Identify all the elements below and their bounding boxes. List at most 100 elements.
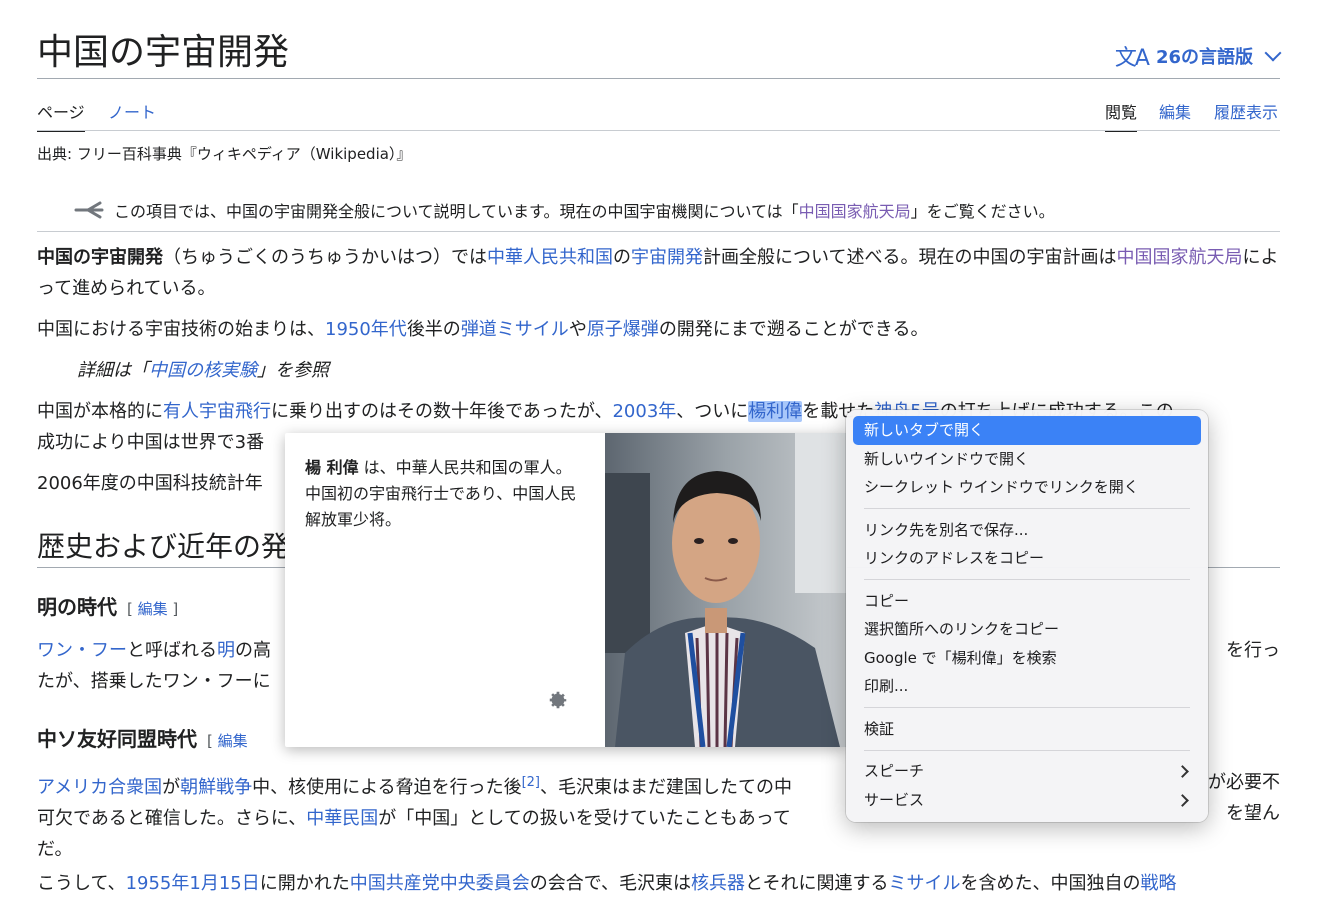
text-run: 詳細は「 [77,360,149,381]
link-human-spaceflight[interactable]: 有人宇宙飛行 [163,401,271,422]
text-run: の [613,247,631,268]
tab-read[interactable]: 閲覧 [1105,102,1138,132]
hatnote-text: この項目では、中国の宇宙開発全般について説明しています。現在の中国宇宙機関につい… [114,202,799,221]
ming-paragraph-tail: を行っ [1226,640,1280,661]
text-run: 、毛沢東はまだ建国したての中 [540,777,792,798]
menu-separator [864,579,1190,580]
gear-icon[interactable] [547,689,569,711]
context-menu[interactable]: 新しいタブで開く 新しいウインドウで開く シークレット ウインドウでリンクを開く… [846,410,1208,822]
menu-open-new-window[interactable]: 新しいウインドウで開く [853,445,1201,474]
translate-icon: 文A [1114,46,1150,71]
link-nuclear-weapon[interactable]: 核兵器 [691,873,745,894]
preview-extract[interactable]: 楊 利偉 は、中華人民共和国の軍人。中国初の宇宙飛行士であり、中国人民解放軍少将… [285,433,605,747]
text-run: 中国が本格的に [37,401,163,422]
tab-page[interactable]: ページ [37,102,85,132]
menu-separator [864,707,1190,708]
text-run: とそれに関連する [745,873,889,894]
link-usa[interactable]: アメリカ合衆国 [37,777,162,798]
disambiguation-icon [74,201,104,219]
menu-speech[interactable]: スピーチ [853,757,1201,786]
hatnote: この項目では、中国の宇宙開発全般について説明しています。現在の中国宇宙機関につい… [74,198,1055,222]
menu-services[interactable]: サービス [853,786,1201,815]
menu-print[interactable]: 印刷... [853,672,1201,701]
menu-copy[interactable]: コピー [853,587,1201,616]
link-strategy[interactable]: 戦略 [1140,873,1176,894]
page-preview-popup[interactable]: 楊 利偉 は、中華人民共和国の軍人。中国初の宇宙飛行士であり、中国人民解放軍少将… [285,433,847,747]
edit-link[interactable]: 編集 [218,732,248,750]
language-count-label: 26の言語版 [1155,47,1253,68]
menu-separator [864,508,1190,509]
link-space-dev[interactable]: 宇宙開発 [631,247,703,268]
portrait-photo [605,433,847,747]
link-ccp-central-committee[interactable]: 中国共産党中央委員会 [350,873,530,894]
text-run: が「中国」としての扱いを受けていたこともあって [378,808,791,829]
text-run: や [568,319,587,340]
text-run: の会合で、毛沢東は [529,873,692,894]
section-heading-sino-soviet: 中ソ友好同盟時代 [ 編集 [37,724,248,756]
hatnote-divider [37,231,1280,232]
menu-inspect[interactable]: 検証 [853,715,1201,744]
hatnote-text-end: 」をご覧ください。 [910,202,1055,221]
intro-bold-term: 中国の宇宙開発 [37,247,163,268]
text-run: が [162,777,181,798]
language-switcher[interactable]: 文A 26の言語版 [1114,40,1282,72]
chevron-right-icon [1176,765,1189,778]
text-run: の開発にまで遡ることができる。 [658,319,929,340]
title-divider [37,78,1280,79]
text-run: に開かれた [259,873,350,894]
hatnote-link[interactable]: 中国国家航天局 [799,202,911,221]
text-run: に乗り出すのはその数十年後であったが、 [271,401,613,422]
menu-open-new-tab[interactable]: 新しいタブで開く [853,416,1201,445]
text-run: 」を参照 [257,360,329,381]
edit-section-ming: [ 編集 ] [127,600,179,618]
edit-link[interactable]: 編集 [138,600,168,618]
intro-paragraph: 中国の宇宙開発（ちゅうごくのうちゅうかいはつ）では中華人民共和国の宇宙開発計画全… [37,242,1280,304]
reference-link[interactable]: [2] [522,775,540,790]
link-prc[interactable]: 中華人民共和国 [487,247,613,268]
link-missile[interactable]: ミサイル [888,873,960,894]
menu-copy-link-to-highlight[interactable]: 選択箇所へのリンクをコピー [853,615,1201,644]
text-run: だ。 [37,839,73,860]
link-1950s[interactable]: 1950年代 [325,319,407,340]
preview-thumbnail[interactable] [605,433,847,747]
text-run: が必要不 [1208,772,1280,793]
text-run: （ちゅうごくのうちゅうかいはつ）では [163,247,487,268]
paragraph-2: 中国における宇宙技術の始まりは、1950年代後半の弾道ミサイルや原子爆弾の開発に… [37,314,1280,345]
tabs-divider [37,130,1280,131]
menu-save-link-as[interactable]: リンク先を別名で保存... [853,516,1201,545]
menu-label: スピーチ [864,762,925,780]
link-korean-war[interactable]: 朝鮮戦争 [180,777,252,798]
heading-text: 中ソ友好同盟時代 [37,727,197,751]
menu-copy-link-address[interactable]: リンクのアドレスをコピー [853,544,1201,573]
text-run: 計画全般について述べる。現在の中国の宇宙計画は [703,247,1117,268]
link-ming[interactable]: 明 [217,640,235,661]
link-date[interactable]: 1955年1月15日 [126,873,260,894]
see-also-note: 詳細は「中国の核実験」を参照 [77,356,329,382]
tab-history[interactable]: 履歴表示 [1214,102,1278,124]
link-yang-liwei[interactable]: 楊利偉 [748,401,803,422]
link-atomic-bomb[interactable]: 原子爆弾 [587,319,659,340]
preview-title: 楊 利偉 [305,458,359,477]
text-run: を望ん [1226,803,1280,824]
menu-search-google[interactable]: Google で「楊利偉」を検索 [853,644,1201,673]
menu-open-incognito[interactable]: シークレット ウインドウでリンクを開く [853,473,1201,502]
tab-edit[interactable]: 編集 [1159,102,1191,124]
link-nuclear-tests[interactable]: 中国の核実験 [149,360,257,381]
section-heading-history: 歴史および近年の発 [37,530,290,563]
section-heading-ming: 明の時代 [ 編集 ] [37,592,178,624]
text-run: 中国における宇宙技術の始まりは、 [37,319,325,340]
link-2003[interactable]: 2003年 [612,401,676,422]
heading-text: 明の時代 [37,595,117,619]
text-run: 可欠であると確信した。さらに、 [37,808,307,829]
link-cnsa[interactable]: 中国国家航天局 [1116,247,1242,268]
tab-note[interactable]: ノート [108,102,156,124]
text-run: 後半の [406,319,461,340]
link-wan-hu[interactable]: ワン・フー [37,640,127,661]
link-roc[interactable]: 中華民国 [306,808,378,829]
text-run: たが、搭乗したワン・フーに [37,671,271,692]
link-ballistic-missile[interactable]: 弾道ミサイル [461,319,569,340]
sino-paragraph-tail: が必要不を望ん [1207,767,1280,829]
text-run: こうして、 [37,873,126,894]
chevron-down-icon [1264,44,1282,62]
chevron-right-icon [1176,793,1189,807]
